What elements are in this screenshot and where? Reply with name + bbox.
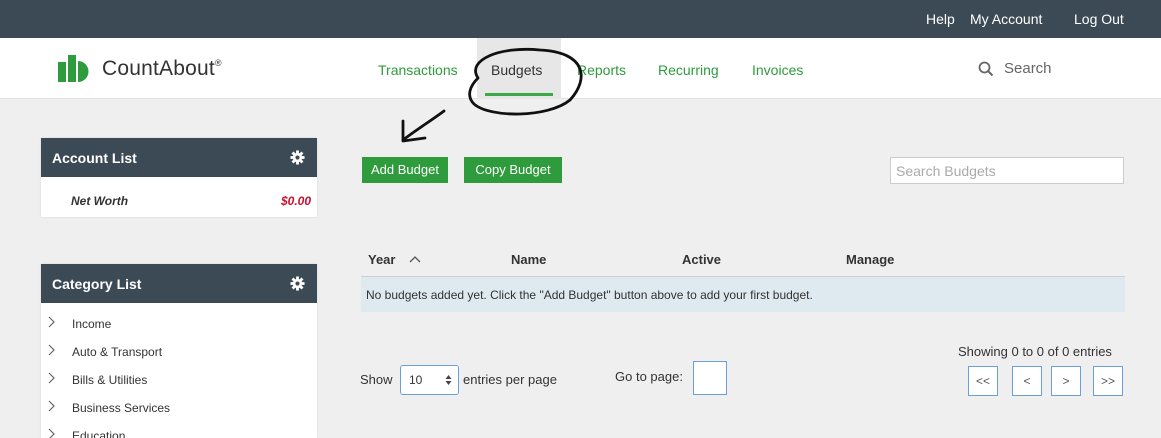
search-label: Search — [1004, 60, 1052, 77]
arrow-annotation-head — [401, 119, 427, 143]
tab-reports[interactable]: Reports — [571, 38, 632, 99]
search-icon — [978, 61, 994, 76]
chevron-right-icon — [48, 316, 55, 328]
category-label: Bills & Utilities — [72, 373, 148, 387]
category-item-education[interactable]: Education — [41, 420, 317, 438]
first-page-button[interactable]: << — [968, 366, 998, 396]
next-page-button[interactable]: > — [1051, 366, 1081, 396]
show-label: Show — [360, 372, 393, 387]
column-header-year[interactable]: Year — [368, 252, 421, 267]
category-label: Auto & Transport — [72, 345, 163, 359]
column-header-active[interactable]: Active — [682, 252, 721, 267]
tab-transactions[interactable]: Transactions — [372, 38, 464, 99]
help-link[interactable]: Help — [926, 11, 955, 27]
top-bar: Help My Account Log Out — [0, 0, 1161, 38]
category-item-auto-transport[interactable]: Auto & Transport — [41, 336, 317, 364]
chevron-right-icon — [48, 400, 55, 412]
tab-invoices[interactable]: Invoices — [746, 38, 809, 99]
entries-per-page-label: entries per page — [463, 372, 557, 387]
category-items: Income Auto & Transport Bills & Utilitie… — [41, 303, 317, 438]
category-item-income[interactable]: Income — [41, 308, 317, 336]
category-item-bills-utilities[interactable]: Bills & Utilities — [41, 364, 317, 392]
category-label: Business Services — [72, 401, 171, 415]
goto-page-input[interactable] — [693, 361, 727, 395]
search-budgets-input[interactable] — [890, 157, 1124, 184]
net-worth-row[interactable]: Net Worth $0.00 — [41, 177, 317, 217]
copy-budget-button[interactable]: Copy Budget — [464, 157, 562, 183]
category-label: Education — [72, 429, 126, 438]
column-header-name[interactable]: Name — [511, 252, 546, 267]
entries-per-page-select[interactable]: 10 — [400, 365, 459, 395]
category-label: Income — [72, 317, 112, 331]
account-list-title: Account List — [52, 150, 137, 166]
account-list-header: Account List — [41, 138, 317, 177]
chevron-right-icon — [48, 344, 55, 356]
previous-page-button[interactable]: < — [1012, 366, 1042, 396]
category-list-header: Category List — [41, 264, 317, 303]
chevron-right-icon — [48, 372, 55, 384]
category-list-title: Category List — [52, 276, 142, 292]
countabout-logo-icon — [58, 55, 89, 82]
last-page-button[interactable]: >> — [1093, 366, 1123, 396]
global-search[interactable]: Search — [978, 60, 1052, 77]
brand-logo[interactable]: CountAbout® — [56, 52, 222, 86]
gear-icon[interactable] — [290, 150, 305, 165]
add-budget-button[interactable]: Add Budget — [362, 157, 448, 183]
tab-recurring[interactable]: Recurring — [652, 38, 725, 99]
gear-icon[interactable] — [290, 276, 305, 291]
arrow-annotation-shaft — [401, 109, 446, 142]
table-empty-row: No budgets added yet. Click the "Add Bud… — [361, 277, 1125, 312]
column-header-manage: Manage — [846, 252, 895, 267]
category-item-business-services[interactable]: Business Services — [41, 392, 317, 420]
brand-name: CountAbout® — [102, 57, 222, 80]
tab-budgets[interactable]: Budgets — [477, 38, 561, 99]
my-account-link[interactable]: My Account — [970, 11, 1042, 27]
net-worth-value: $0.00 — [280, 194, 311, 208]
select-arrows-icon — [445, 375, 452, 385]
chevron-right-icon — [48, 428, 55, 438]
goto-page-label: Go to page: — [615, 369, 683, 384]
main-navbar: CountAbout® Transactions Budgets Reports… — [0, 38, 1161, 99]
sort-ascending-icon — [409, 256, 421, 263]
category-list-panel: Category List Income Auto & Transport Bi… — [41, 264, 317, 438]
entries-per-page-value: 10 — [409, 373, 423, 387]
account-list-panel: Account List Net Worth $0.00 — [41, 138, 317, 217]
logout-link[interactable]: Log Out — [1074, 11, 1124, 27]
showing-entries-text: Showing 0 to 0 of 0 entries — [958, 344, 1112, 359]
net-worth-label: Net Worth — [71, 194, 129, 208]
